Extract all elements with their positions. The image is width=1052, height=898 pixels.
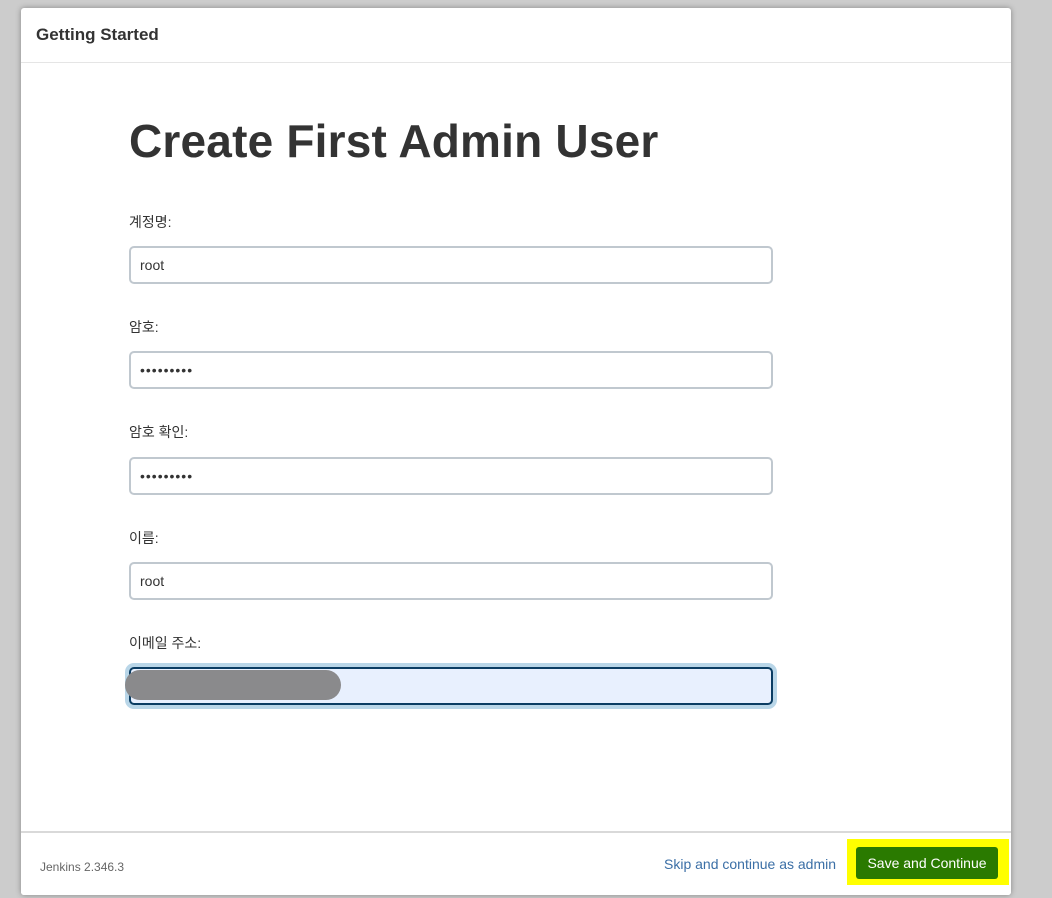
full-name-label: 이름: bbox=[129, 530, 159, 546]
redaction-mask bbox=[125, 670, 341, 700]
username-label: 계정명: bbox=[129, 214, 172, 230]
email-field-wrapper bbox=[125, 667, 773, 707]
header-title: Getting Started bbox=[36, 25, 159, 44]
confirm-password-label: 암호 확인: bbox=[129, 424, 189, 440]
username-input[interactable] bbox=[129, 246, 773, 284]
email-label: 이메일 주소: bbox=[129, 635, 202, 651]
password-input[interactable] bbox=[129, 351, 773, 389]
admin-user-form: Create First Admin User 계정명: 암호: 암호 확인: … bbox=[125, 115, 773, 705]
dialog-header: Getting Started bbox=[21, 8, 1011, 63]
dialog-footer: Jenkins 2.346.3 Skip and continue as adm… bbox=[21, 831, 1011, 895]
password-label: 암호: bbox=[129, 319, 159, 335]
setup-wizard-dialog: Getting Started Create First Admin User … bbox=[21, 8, 1011, 895]
confirm-password-input[interactable] bbox=[129, 457, 773, 495]
full-name-input[interactable] bbox=[129, 562, 773, 600]
save-and-continue-button[interactable]: Save and Continue bbox=[856, 847, 998, 879]
page-title: Create First Admin User bbox=[129, 115, 659, 167]
skip-continue-as-admin-link[interactable]: Skip and continue as admin bbox=[664, 856, 836, 872]
jenkins-version: Jenkins 2.346.3 bbox=[40, 860, 125, 874]
